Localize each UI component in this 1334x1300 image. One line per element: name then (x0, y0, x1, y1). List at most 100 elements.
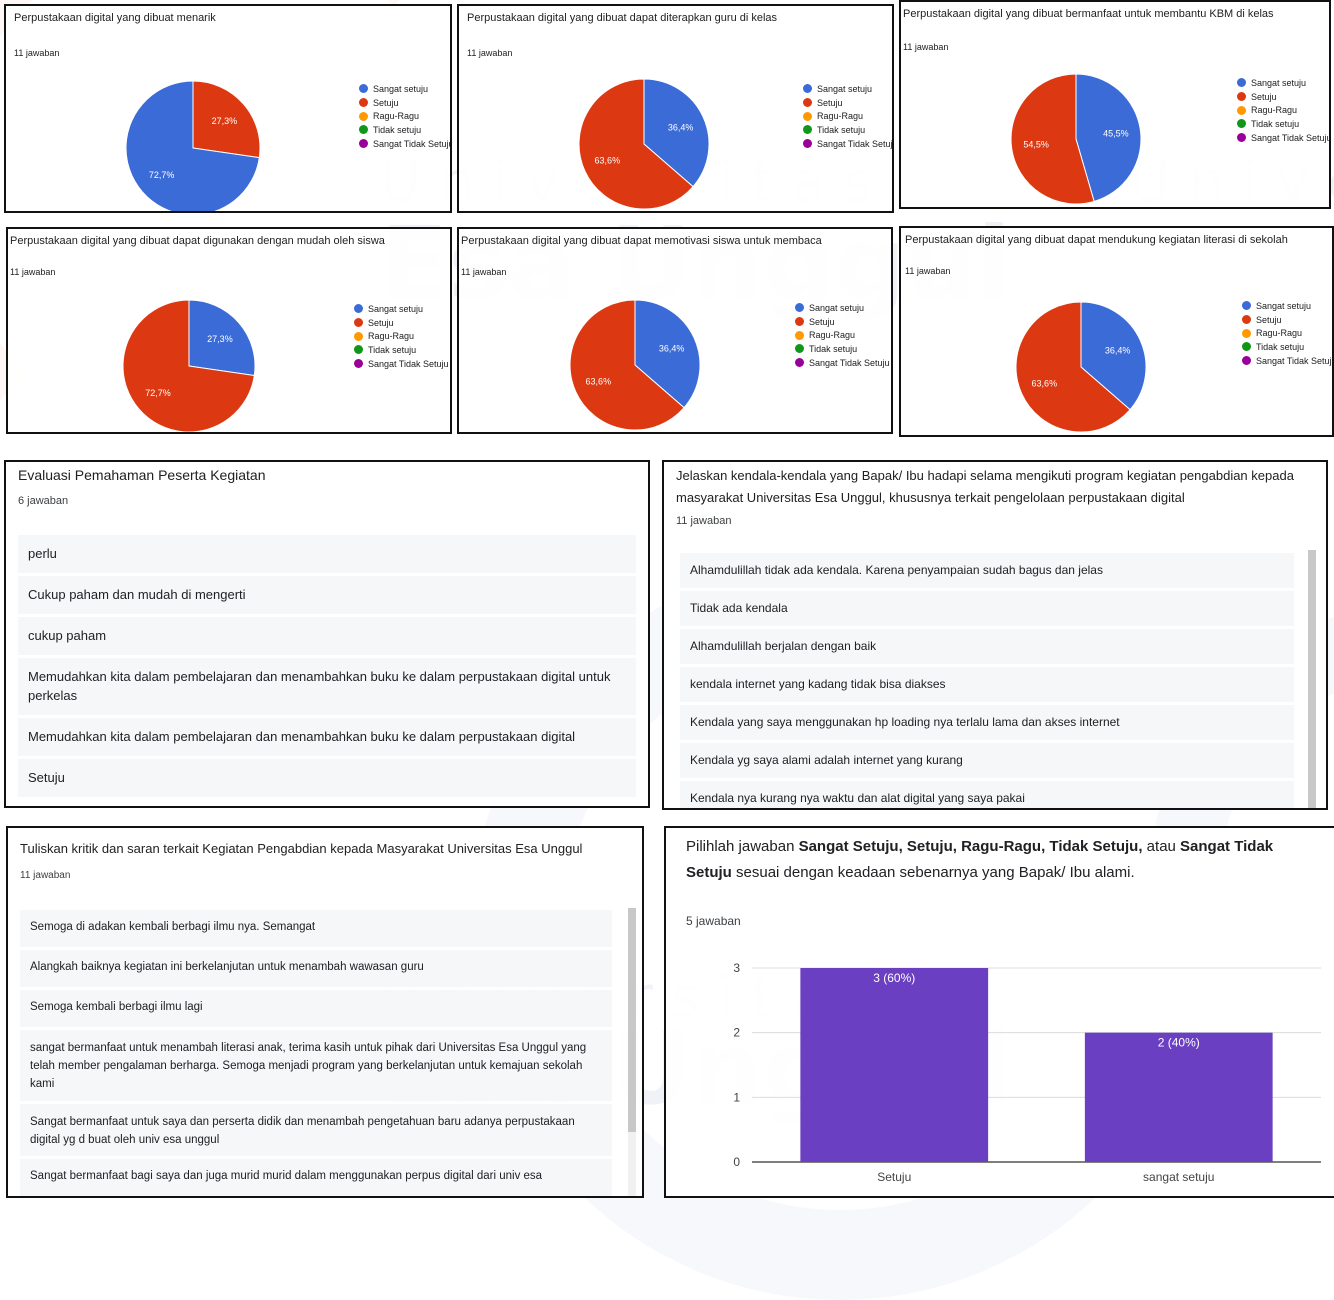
evaluasi-card: Evaluasi Pemahaman Peserta Kegiatan 6 ja… (4, 460, 650, 808)
response-list[interactable]: Semoga di adakan kembali berbagi ilmu ny… (20, 910, 612, 1196)
question-title: Perpustakaan digital yang dibuat dapat m… (461, 235, 822, 247)
legend-label: Ragu-Ragu (817, 111, 864, 122)
list-item: Cukup paham dan mudah di mengerti (18, 576, 636, 614)
chart-legend[interactable]: Sangat setuju Setuju Ragu-Ragu Tidak setuju… (795, 301, 890, 369)
legend-swatch (354, 345, 363, 355)
legend-item[interactable]: Tidak setuju (1242, 340, 1332, 354)
legend-item[interactable]: Ragu-Ragu (1237, 103, 1329, 117)
legend-item[interactable]: Tidak setuju (795, 342, 890, 356)
response-list: perlu Cukup paham dan mudah di mengerti … (18, 535, 636, 800)
legend-swatch (795, 330, 804, 340)
legend-item[interactable]: Ragu-Ragu (1242, 326, 1332, 340)
legend-item[interactable]: Sangat Tidak Setuju (359, 137, 450, 151)
slice-label: 27,3% (212, 116, 238, 126)
scrollbar-thumb[interactable] (628, 908, 636, 1132)
legend-label: Setuju (1251, 91, 1277, 102)
legend-item[interactable]: Sangat setuju (795, 301, 890, 315)
legend-item[interactable]: Sangat Tidak Setuju (1242, 354, 1334, 368)
legend-item[interactable]: Sangat setuju (354, 302, 449, 316)
legend-swatch (803, 111, 812, 121)
legend-label: Sangat setuju (368, 303, 424, 314)
legend-item[interactable]: Sangat Tidak Setuju (803, 137, 892, 151)
legend-item[interactable]: Ragu-Ragu (354, 329, 449, 343)
pie-chart: 36,4% 63,6% (578, 78, 710, 210)
legend-item[interactable]: Setuju (359, 96, 450, 110)
legend-item[interactable]: Setuju (354, 316, 449, 330)
legend-swatch (1242, 301, 1251, 311)
pie-chart: 27,3% 72,7% (125, 80, 261, 211)
pie-chart: 36,4% 63,6% (1015, 301, 1147, 433)
legend-item[interactable]: Tidak setuju (359, 123, 450, 137)
question-title: Perpustakaan digital yang dibuat dapat d… (467, 12, 778, 24)
legend-label: Setuju (368, 317, 394, 328)
legend-swatch (1237, 133, 1246, 143)
title-segment: atau (1142, 838, 1181, 855)
scrollbar[interactable] (1308, 550, 1316, 808)
legend-item[interactable]: Sangat setuju (1242, 299, 1332, 313)
response-count: 6 jawaban (18, 495, 69, 507)
bar-chart: 0 1 2 3 3 (60%) Setuju 2 (40%) sangat setuju (733, 961, 1321, 1184)
legend-swatch (359, 84, 368, 94)
response-list[interactable]: Alhamdulillah tidak ada kendala. Karena … (680, 553, 1294, 808)
legend-label: Sangat setuju (809, 302, 865, 313)
chart-legend[interactable]: Sangat setuju Setuju Ragu-Ragu Tidak setuju… (1242, 299, 1334, 368)
question-title: Pilihlah jawaban Sangat Setuju, Setuju, … (686, 834, 1286, 886)
pie-chart: 36,4% 63,6% (569, 299, 701, 431)
pie-card: Perpustakaan digital yang dibuat dapat m… (899, 226, 1334, 437)
legend-item[interactable]: Tidak setuju (354, 343, 449, 357)
legend-swatch (803, 125, 812, 135)
legend-item[interactable]: Setuju (803, 96, 892, 110)
legend-swatch (1242, 328, 1251, 338)
list-item: Kendala nya kurang nya waktu dan alat di… (680, 781, 1294, 808)
legend-item[interactable]: Ragu-Ragu (803, 109, 892, 123)
legend-label: Setuju (1256, 314, 1282, 325)
slice-label: 36,4% (668, 122, 694, 132)
legend-item[interactable]: Tidak setuju (1237, 117, 1329, 131)
legend-label: Ragu-Ragu (373, 111, 420, 122)
legend-item[interactable]: Ragu-Ragu (359, 109, 450, 123)
list-item: Memudahkan kita dalam pembelajaran dan m… (18, 658, 636, 715)
response-count: 11 jawaban (676, 515, 732, 527)
scrollbar-thumb[interactable] (1308, 550, 1316, 808)
pie-chart: 45,5% 54,5% (1010, 73, 1142, 205)
legend-label: Sangat setuju (373, 83, 429, 94)
legend-label: Sangat Tidak Setuju (1256, 355, 1334, 366)
legend-item[interactable]: Setuju (1242, 313, 1332, 327)
legend-item[interactable]: Setuju (795, 315, 890, 329)
chart-legend[interactable]: Sangat setuju Setuju Ragu-Ragu Tidak setuju… (1237, 76, 1329, 145)
list-item: sangat bermanfaat untuk menambah literas… (20, 1030, 612, 1101)
list-item: Kendala yg saya alami adalah internet ya… (680, 743, 1294, 778)
legend-item[interactable]: Sangat setuju (1237, 76, 1329, 90)
pie-card: Perpustakaan digital yang dibuat dapat m… (457, 227, 893, 434)
legend-item[interactable]: Sangat Tidak Setuju (354, 357, 449, 371)
legend-item[interactable]: Sangat Tidak Setuju (1237, 131, 1329, 145)
legend-item[interactable]: Tidak setuju (803, 123, 892, 137)
title-segment: Sangat Setuju, Setuju, Ragu-Ragu, Tidak … (798, 838, 1143, 855)
slice-label: 36,4% (1105, 345, 1131, 355)
legend-label: Tidak setuju (1251, 118, 1300, 129)
legend-item[interactable]: Sangat setuju (359, 82, 450, 96)
chart-legend[interactable]: Sangat setuju Setuju Ragu-Ragu Tidak setuju… (354, 302, 449, 370)
legend-item[interactable]: Setuju (1237, 90, 1329, 104)
legend-swatch (1242, 356, 1251, 366)
scrollbar[interactable] (628, 908, 636, 1196)
slice-label: 72,7% (145, 388, 171, 398)
response-count: 11 jawaban (467, 48, 513, 58)
list-item: Semoga di adakan kembali berbagi ilmu ny… (20, 910, 612, 947)
slice-label: 72,7% (149, 170, 175, 180)
bar[interactable] (800, 968, 989, 1162)
bar[interactable] (1084, 1032, 1273, 1162)
pie-chart: 27,3% 72,7% (122, 299, 256, 432)
list-item: Semoga kembali berbagi ilmu lagi (20, 990, 612, 1027)
chart-legend[interactable]: Sangat setuju Setuju Ragu-Ragu Tidak setuju… (359, 82, 450, 151)
legend-label: Sangat Tidak Setuju (368, 358, 449, 369)
legend-item[interactable]: Sangat setuju (803, 82, 892, 96)
pie-card: Perpustakaan digital yang dibuat bermanf… (899, 0, 1331, 209)
x-tick-label: sangat setuju (1143, 1170, 1214, 1184)
legend-item[interactable]: Sangat Tidak Setuju (795, 356, 890, 370)
chart-legend[interactable]: Sangat setuju Setuju Ragu-Ragu Tidak setuju… (803, 82, 892, 151)
response-count: 11 jawaban (461, 267, 507, 277)
legend-item[interactable]: Ragu-Ragu (795, 328, 890, 342)
legend-swatch (354, 331, 363, 341)
legend-label: Tidak setuju (368, 344, 417, 355)
